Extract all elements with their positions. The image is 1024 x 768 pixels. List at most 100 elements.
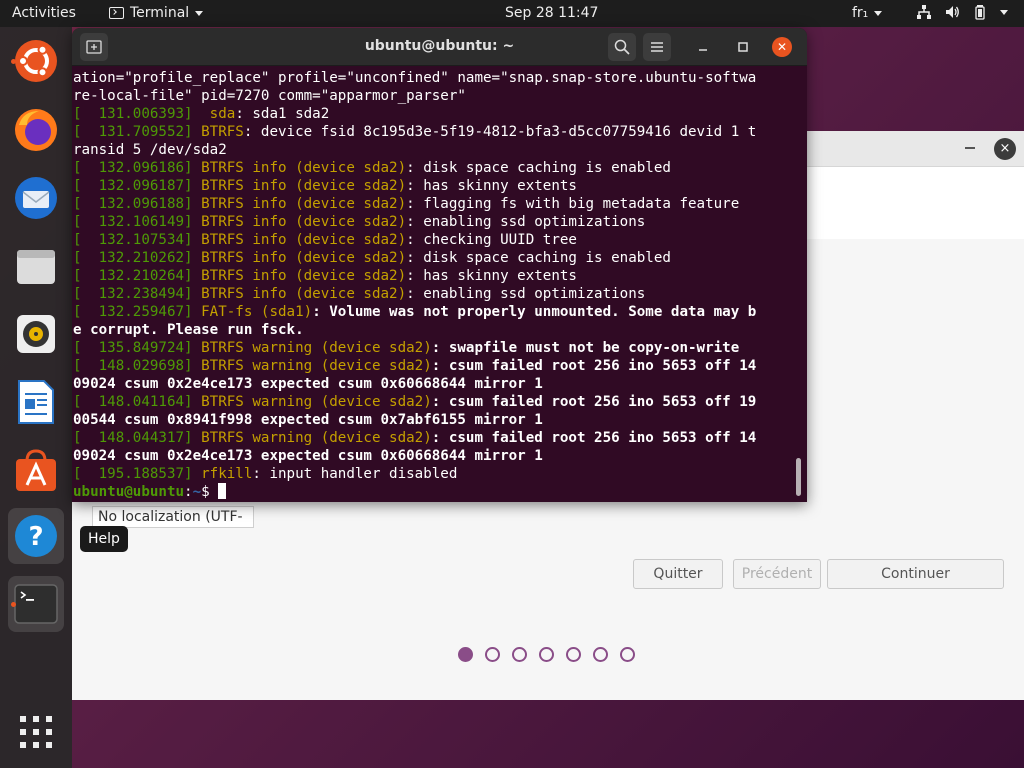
terminal-window[interactable]: ubuntu@ubuntu: ~ ✕ ation="profile_replac…	[72, 28, 807, 502]
help-icon: ?	[15, 515, 57, 557]
terminal-line: [ 132.210262] BTRFS info (device sda2): …	[73, 249, 795, 267]
prompt-separator: :	[184, 484, 193, 500]
terminal-text-segment: : csum failed root 256 ino 5653 off 14	[431, 430, 757, 446]
terminal-text-segment: re-local-file" pid=7270 comm="apparmor_p…	[73, 88, 466, 104]
terminal-output[interactable]: ation="profile_replace" profile="unconfi…	[73, 69, 795, 501]
continue-button[interactable]: Continuer	[827, 559, 1004, 589]
terminal-text-segment: [ 148.041164]	[73, 394, 193, 410]
terminal-prompt[interactable]: ubuntu@ubuntu:~$	[73, 483, 795, 501]
ubuntu-icon	[15, 40, 57, 82]
dock-files[interactable]	[8, 238, 64, 294]
progress-dot	[512, 647, 527, 662]
terminal-text-segment: BTRFS warning (device sda2)	[192, 430, 432, 446]
activities-button[interactable]: Activities	[12, 5, 76, 21]
battery-icon	[975, 5, 985, 20]
prompt-user: ubuntu@ubuntu	[73, 484, 185, 500]
terminal-scrollbar[interactable]	[796, 458, 801, 496]
terminal-text-segment: : csum failed root 256 ino 5653 off 14	[431, 358, 757, 374]
back-button[interactable]: Précédent	[733, 559, 821, 589]
maximize-button[interactable]	[734, 38, 752, 56]
dock-help[interactable]: ?	[8, 508, 64, 564]
dock-firefox[interactable]	[8, 102, 64, 158]
terminal-text-segment: [ 132.210264]	[73, 268, 193, 284]
terminal-text-segment: : has skinny extents	[406, 268, 577, 284]
network-icon	[917, 5, 931, 19]
terminal-text-segment: BTRFS	[192, 124, 244, 140]
search-button[interactable]	[608, 33, 636, 61]
dock-libreoffice-writer[interactable]	[8, 374, 64, 430]
terminal-text-segment: [ 131.709552]	[73, 124, 193, 140]
terminal-line: [ 135.849724] BTRFS warning (device sda2…	[73, 339, 795, 357]
dock-rhythmbox[interactable]	[8, 306, 64, 362]
show-applications-button[interactable]	[8, 704, 64, 760]
rhythmbox-icon	[17, 315, 55, 353]
terminal-text-segment: : csum failed root 256 ino 5653 off 19	[431, 394, 757, 410]
terminal-line: ransid 5 /dev/sda2	[73, 141, 795, 159]
terminal-text-segment: : has skinny extents	[406, 178, 577, 194]
terminal-text-segment: [ 132.259467]	[73, 304, 193, 320]
terminal-text-segment: : checking UUID tree	[406, 232, 577, 248]
minimize-button[interactable]	[965, 147, 975, 149]
terminal-text-segment: BTRFS info (device sda2)	[192, 232, 407, 248]
terminal-text-segment: : enabling ssd optimizations	[406, 286, 646, 302]
progress-dot	[620, 647, 635, 662]
clock[interactable]: Sep 28 11:47	[505, 5, 598, 21]
terminal-titlebar[interactable]: ubuntu@ubuntu: ~ ✕	[72, 28, 807, 66]
terminal-text-segment: ation="profile_replace" profile="unconfi…	[73, 70, 757, 86]
app-menu[interactable]: Terminal	[109, 5, 204, 21]
terminal-line: re-local-file" pid=7270 comm="apparmor_p…	[73, 87, 795, 105]
progress-dot	[458, 647, 473, 662]
terminal-text-segment: 00544 csum 0x8941f998 expected csum 0x7a…	[73, 412, 543, 428]
system-tray[interactable]	[916, 4, 1008, 20]
progress-dot	[485, 647, 500, 662]
quit-button[interactable]: Quitter	[633, 559, 723, 589]
files-icon	[17, 250, 55, 284]
keyboard-layout-indicator[interactable]: fr₁	[852, 5, 883, 21]
menu-button[interactable]	[643, 33, 671, 61]
close-button[interactable]: ×	[994, 138, 1016, 160]
terminal-text-segment: BTRFS info (device sda2)	[192, 250, 407, 266]
terminal-text-segment: BTRFS warning (device sda2)	[192, 340, 432, 356]
dock: ?	[0, 27, 72, 768]
terminal-line: [ 132.096188] BTRFS info (device sda2): …	[73, 195, 795, 213]
terminal-text-segment: : sda1 sda2	[235, 106, 330, 122]
dock-ubuntu-installer[interactable]	[8, 33, 64, 89]
thunderbird-icon	[15, 177, 57, 219]
terminal-line: [ 132.107534] BTRFS info (device sda2): …	[73, 231, 795, 249]
prompt-symbol: $	[201, 484, 219, 500]
dock-terminal[interactable]	[8, 576, 64, 632]
terminal-line: ation="profile_replace" profile="unconfi…	[73, 69, 795, 87]
terminal-text-segment: : disk space caching is enabled	[406, 250, 671, 266]
terminal-text-segment: ransid 5 /dev/sda2	[73, 142, 227, 158]
terminal-line: 00544 csum 0x8941f998 expected csum 0x7a…	[73, 411, 795, 429]
terminal-icon	[14, 584, 58, 624]
close-button[interactable]: ✕	[772, 37, 792, 57]
terminal-text-segment: [ 132.210262]	[73, 250, 193, 266]
terminal-line: [ 132.238494] BTRFS info (device sda2): …	[73, 285, 795, 303]
terminal-line: [ 132.210264] BTRFS info (device sda2): …	[73, 267, 795, 285]
terminal-text-segment: : disk space caching is enabled	[406, 160, 671, 176]
chevron-down-icon	[1000, 9, 1008, 15]
running-indicator	[11, 59, 16, 64]
terminal-line: e corrupt. Please run fsck.	[73, 321, 795, 339]
minimize-button[interactable]	[694, 38, 712, 56]
dock-thunderbird[interactable]	[8, 170, 64, 226]
top-bar: Activities Terminal Sep 28 11:47 fr₁	[0, 0, 1024, 27]
terminal-text-segment: : input handler disabled	[252, 466, 458, 482]
keyboard-variant-option[interactable]: No localization (UTF-8)	[92, 506, 254, 542]
terminal-text-segment: [ 132.096186]	[73, 160, 193, 176]
progress-dots	[458, 647, 635, 662]
terminal-text-segment: BTRFS info (device sda2)	[192, 286, 407, 302]
keyboard-layout-label: fr₁	[852, 5, 869, 21]
terminal-text-segment: [ 132.096187]	[73, 178, 193, 194]
help-tooltip: Help	[80, 526, 128, 552]
hamburger-icon	[651, 42, 663, 52]
terminal-text-segment: [ 132.107534]	[73, 232, 193, 248]
terminal-text-segment: BTRFS info (device sda2)	[192, 160, 407, 176]
dock-ubuntu-software[interactable]	[8, 442, 64, 498]
app-menu-label: Terminal	[130, 5, 190, 21]
terminal-text-segment: [ 132.238494]	[73, 286, 193, 302]
terminal-line: [ 148.044317] BTRFS warning (device sda2…	[73, 429, 795, 447]
terminal-line: 09024 csum 0x2e4ce173 expected csum 0x60…	[73, 375, 795, 393]
terminal-line: [ 148.029698] BTRFS warning (device sda2…	[73, 357, 795, 375]
